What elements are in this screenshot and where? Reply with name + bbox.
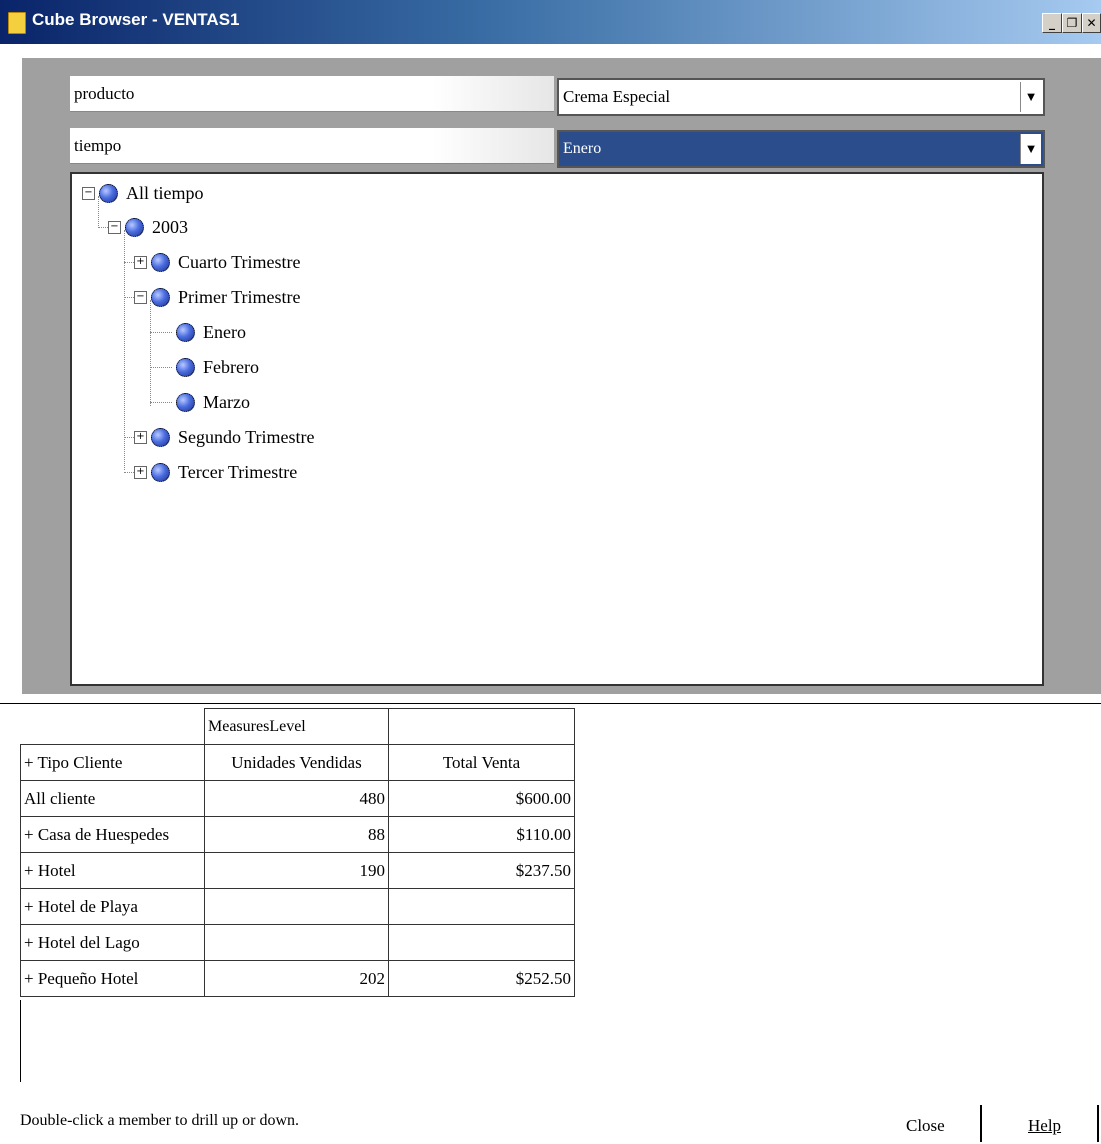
row-label[interactable]: + Casa de Huespedes	[20, 816, 205, 853]
member-icon	[125, 217, 144, 237]
row-label[interactable]: + Hotel	[20, 852, 205, 889]
tree-node-label: Enero	[203, 321, 246, 342]
table-row: All cliente 480 $600.00	[20, 780, 575, 817]
tree-node-label: Cuarto Trimestre	[178, 251, 301, 272]
member-icon	[151, 462, 170, 482]
expand-icon[interactable]: +	[134, 255, 147, 269]
cell-total: $252.50	[388, 960, 575, 997]
cell-total: $237.50	[388, 852, 575, 889]
tree-node-marzo[interactable]: Marzo	[176, 387, 250, 417]
table-row: + Casa de Huespedes 88 $110.00	[20, 816, 575, 853]
filter-dimension-tiempo: tiempo	[70, 128, 554, 164]
row-dimension-header[interactable]: + Tipo Cliente	[20, 744, 205, 781]
tree-node-label: Segundo Trimestre	[178, 426, 315, 447]
tree-node-label: Marzo	[203, 391, 250, 412]
tree-node-label: Febrero	[203, 356, 259, 377]
tree-node-label: 2003	[152, 216, 188, 237]
collapse-icon[interactable]: −	[108, 220, 121, 234]
status-hint: Double-click a member to drill up or dow…	[20, 1112, 300, 1129]
cell-total: $110.00	[388, 816, 575, 853]
member-tree[interactable]: − All tiempo − 2003 + Cuarto Trimestre −…	[70, 172, 1044, 686]
tree-node-primer-trimestre[interactable]: − Primer Trimestre	[134, 282, 301, 312]
producto-select[interactable]: Crema Especial ▼	[557, 78, 1045, 116]
row-label[interactable]: + Hotel de Playa	[20, 888, 205, 925]
expand-icon[interactable]: +	[134, 465, 147, 479]
grid-header-empty	[388, 708, 575, 745]
cell-units: 202	[204, 960, 389, 997]
grid-corner	[20, 708, 205, 745]
chevron-down-icon[interactable]: ▼	[1020, 82, 1041, 112]
pivot-grid: MeasuresLevel + Tipo Cliente Unidades Ve…	[20, 708, 575, 997]
member-icon	[151, 252, 170, 272]
tree-node-label: Tercer Trimestre	[178, 461, 298, 482]
close-window-icon[interactable]: ✕	[1082, 13, 1101, 33]
member-icon	[151, 427, 170, 447]
cell-total	[388, 924, 575, 961]
tree-node-enero[interactable]: Enero	[176, 317, 246, 347]
app-icon	[8, 12, 26, 34]
button-separator	[980, 1105, 982, 1142]
cell-units: 190	[204, 852, 389, 889]
cell-total	[388, 888, 575, 925]
expand-icon[interactable]: +	[134, 430, 147, 444]
collapse-icon[interactable]: −	[82, 186, 95, 200]
button-separator	[1097, 1105, 1099, 1142]
window-title: Cube Browser - VENTAS1	[32, 10, 240, 29]
restore-icon[interactable]: ❐	[1062, 13, 1082, 33]
help-button[interactable]: Help	[1028, 1116, 1061, 1136]
tree-node-segundo-trimestre[interactable]: + Segundo Trimestre	[134, 422, 315, 452]
measures-header[interactable]: MeasuresLevel	[204, 708, 389, 745]
filter-dimension-producto: producto	[70, 76, 554, 112]
grid-divider	[0, 703, 1101, 704]
grid-left-border	[20, 1000, 21, 1082]
table-row: + Hotel 190 $237.50	[20, 852, 575, 889]
table-row: + Pequeño Hotel 202 $252.50	[20, 960, 575, 997]
member-icon	[176, 392, 195, 412]
producto-select-value: Crema Especial	[563, 87, 671, 106]
cell-units: 88	[204, 816, 389, 853]
tiempo-select[interactable]: Enero ▼	[557, 130, 1045, 168]
tree-node-all-tiempo[interactable]: − All tiempo	[82, 178, 204, 208]
tree-node-2003[interactable]: − 2003	[108, 212, 188, 242]
tiempo-select-value: Enero	[563, 140, 602, 157]
row-label[interactable]: All cliente	[20, 780, 205, 817]
table-row: + Hotel de Playa	[20, 888, 575, 925]
tree-node-cuarto-trimestre[interactable]: + Cuarto Trimestre	[134, 247, 301, 277]
cell-units	[204, 924, 389, 961]
cell-units	[204, 888, 389, 925]
minimize-icon[interactable]: _	[1042, 13, 1062, 33]
member-icon	[151, 287, 170, 307]
cell-total: $600.00	[388, 780, 575, 817]
member-icon	[176, 357, 195, 377]
row-label[interactable]: + Hotel del Lago	[20, 924, 205, 961]
cell-units: 480	[204, 780, 389, 817]
collapse-icon[interactable]: −	[134, 290, 147, 304]
column-header[interactable]: Total Venta	[388, 744, 575, 781]
row-label[interactable]: + Pequeño Hotel	[20, 960, 205, 997]
tree-node-label: Primer Trimestre	[178, 286, 301, 307]
table-row: + Hotel del Lago	[20, 924, 575, 961]
tree-node-febrero[interactable]: Febrero	[176, 352, 259, 382]
column-header[interactable]: Unidades Vendidas	[204, 744, 389, 781]
member-icon	[99, 183, 118, 203]
title-bar: Cube Browser - VENTAS1 _ ❐ ✕	[0, 0, 1101, 44]
close-button[interactable]: Close	[906, 1116, 945, 1136]
tree-node-tercer-trimestre[interactable]: + Tercer Trimestre	[134, 457, 297, 487]
chevron-down-icon[interactable]: ▼	[1020, 134, 1041, 164]
tree-node-label: All tiempo	[126, 182, 204, 203]
member-icon	[176, 322, 195, 342]
